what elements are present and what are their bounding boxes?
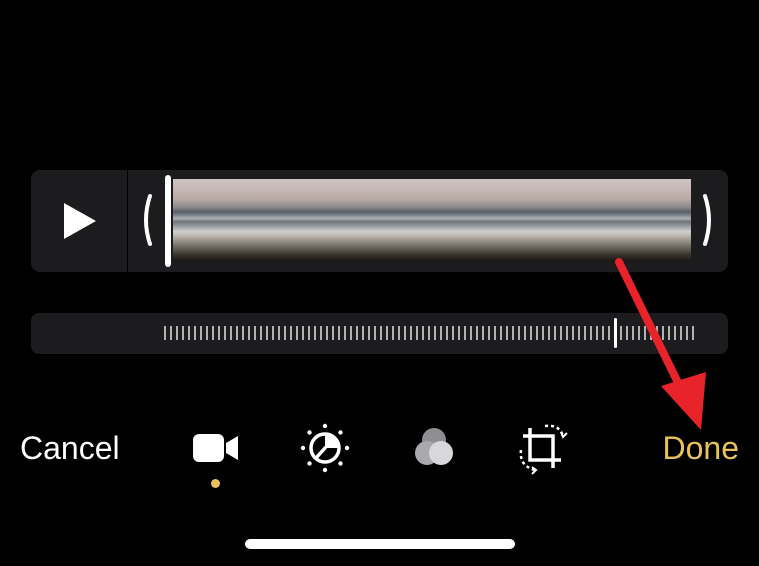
adjust-slider[interactable] (31, 313, 728, 354)
video-camera-icon (193, 434, 238, 462)
video-trimmer[interactable] (31, 170, 728, 272)
home-indicator[interactable] (245, 539, 515, 549)
crop-tool-button[interactable] (515, 420, 571, 476)
video-editor-screen: Cancel Done (0, 0, 759, 566)
play-button[interactable] (31, 170, 128, 272)
chevron-right-icon[interactable] (701, 192, 717, 248)
done-button[interactable]: Done (663, 428, 740, 468)
annotation-arrow-icon (615, 258, 706, 430)
adjust-dial-icon (300, 423, 350, 473)
active-tool-indicator (211, 479, 220, 488)
video-frame (432, 179, 562, 261)
adjust-tool-button[interactable] (297, 420, 353, 476)
play-icon (64, 203, 96, 239)
video-frame (173, 179, 303, 261)
slider-knob[interactable] (613, 318, 617, 348)
video-frame (561, 179, 691, 261)
playhead[interactable] (165, 175, 171, 267)
filters-tool-button[interactable] (406, 420, 462, 476)
crop-rotate-icon (519, 424, 568, 475)
video-frame (302, 179, 432, 261)
chevron-left-icon[interactable] (138, 192, 154, 248)
video-frames-strip (173, 179, 691, 261)
filters-icon (415, 428, 453, 465)
video-tool-button[interactable] (188, 420, 244, 476)
cancel-button[interactable]: Cancel (20, 428, 120, 468)
